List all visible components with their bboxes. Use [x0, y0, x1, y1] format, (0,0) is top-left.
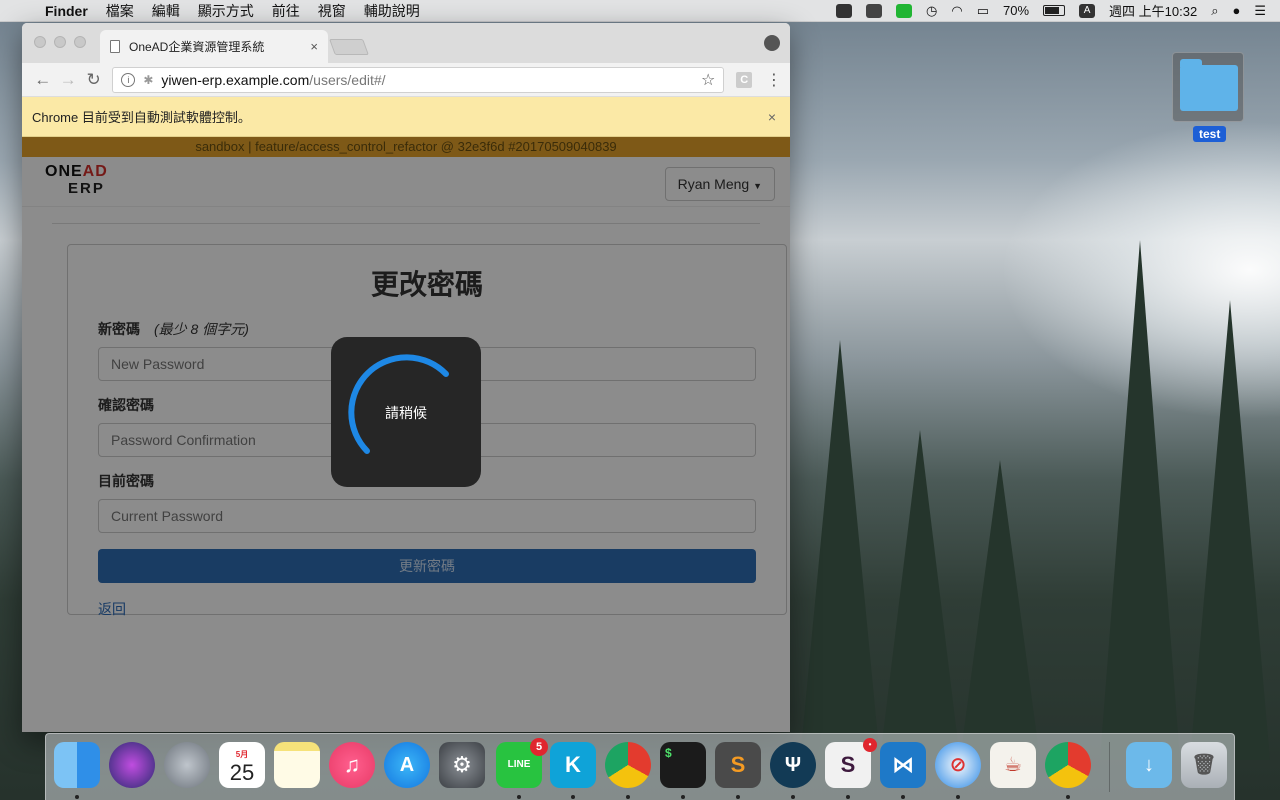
running-indicator — [626, 795, 630, 799]
notes-icon[interactable] — [274, 742, 320, 788]
calendar-day: 25 — [229, 760, 255, 785]
trash-icon[interactable]: 🗑 — [1181, 742, 1227, 788]
tab-close-icon[interactable]: × — [310, 39, 318, 54]
running-indicator — [75, 795, 79, 799]
system-preferences-icon[interactable]: ⚙ — [439, 742, 485, 788]
zoom-window-button[interactable] — [74, 36, 86, 48]
chrome-icon[interactable] — [605, 742, 651, 788]
notification-center-icon[interactable]: ☰ — [1254, 3, 1266, 19]
running-indicator — [571, 795, 575, 799]
tree — [1190, 300, 1270, 760]
menubar-clock[interactable]: 週四 上午10:32 — [1109, 1, 1197, 20]
sourcetree-icon[interactable]: Ψ — [770, 742, 816, 788]
browser-toolbar: ← → ↻ i ✱ yiwen-erp.example.com /users/e… — [22, 63, 790, 97]
tree — [800, 340, 880, 760]
vscode-icon[interactable]: ⋈ — [880, 742, 926, 788]
close-window-button[interactable] — [34, 36, 46, 48]
battery-icon[interactable] — [1043, 5, 1066, 16]
chrome-secondary-icon[interactable] — [1045, 742, 1091, 788]
window-controls — [34, 36, 86, 48]
launchpad-icon[interactable] — [164, 742, 210, 788]
dock: 5月 25 ♫ A ⚙ LINE 5 K $ S Ψ S • ⋈ ⊘ ☕ ↓ 🗑 — [45, 733, 1235, 800]
bookmark-star-icon[interactable]: ☆ — [701, 70, 715, 90]
downloads-folder-icon[interactable]: ↓ — [1126, 742, 1172, 788]
line-status-icon[interactable] — [896, 3, 913, 18]
running-indicator — [846, 795, 850, 799]
menu-view[interactable]: 顯示方式 — [189, 1, 263, 21]
minimize-window-button[interactable] — [54, 36, 66, 48]
menu-window[interactable]: 視窗 — [309, 1, 355, 21]
site-info-icon[interactable]: i — [121, 72, 136, 87]
safari-icon[interactable]: ⊘ — [935, 742, 981, 788]
terminal-icon[interactable]: $ — [660, 742, 706, 788]
finder-icon[interactable] — [54, 742, 100, 788]
browser-menu-icon[interactable]: ⋮ — [766, 70, 782, 90]
tab-title: OneAD企業資源管理系統 — [129, 40, 265, 54]
running-indicator — [901, 795, 905, 799]
menu-file[interactable]: 檔案 — [97, 1, 143, 21]
running-indicator — [681, 795, 685, 799]
url-host: yiwen-erp.example.com — [161, 71, 310, 88]
desktop-folder-icon[interactable] — [1172, 52, 1244, 122]
siri-icon[interactable] — [109, 742, 155, 788]
menu-edit[interactable]: 編輯 — [143, 1, 189, 21]
kkbox-status-icon[interactable] — [866, 3, 883, 18]
automation-icon: ✱ — [143, 72, 154, 87]
battery-percent: 70% — [1003, 3, 1030, 18]
line-app-icon[interactable]: LINE 5 — [496, 738, 548, 788]
menu-go[interactable]: 前往 — [263, 1, 309, 21]
input-source-icon[interactable]: A — [1079, 3, 1096, 18]
menubar: Finder 檔案 編輯 顯示方式 前往 視窗 輔助說明 ◷ ◠ ▭ 70% A… — [0, 0, 1280, 22]
siri-icon[interactable]: ● — [1232, 3, 1240, 18]
tree — [1100, 240, 1180, 760]
tree — [960, 460, 1040, 760]
menu-help[interactable]: 輔助說明 — [355, 1, 429, 21]
dock-separator — [1109, 742, 1110, 792]
running-indicator — [1066, 795, 1070, 799]
time-machine-icon[interactable]: ◷ — [926, 3, 937, 19]
running-indicator — [736, 795, 740, 799]
loading-text: 請稍候 — [385, 405, 427, 421]
address-bar[interactable]: i ✱ yiwen-erp.example.com /users/edit#/ … — [112, 66, 725, 93]
folder-icon — [1180, 59, 1238, 111]
running-indicator — [517, 795, 521, 799]
infobar-close-icon[interactable]: × — [768, 109, 780, 125]
page-icon — [110, 40, 120, 53]
status-area: ◷ ◠ ▭ 70% A 週四 上午10:32 ⌕ ● ☰ — [836, 1, 1280, 20]
calendar-icon[interactable]: 5月 25 — [219, 742, 265, 788]
kkbox-app-icon[interactable]: K — [550, 742, 596, 788]
status-app-icon[interactable] — [836, 3, 853, 18]
automation-infobar: Chrome 目前受到自動測試軟體控制。 × — [22, 97, 790, 137]
url-path: /users/edit#/ — [309, 71, 386, 88]
extension-c-icon[interactable]: C — [736, 71, 753, 88]
profile-icon[interactable] — [764, 35, 780, 51]
running-indicator — [956, 795, 960, 799]
tree — [880, 430, 960, 760]
line-app-label: LINE — [507, 759, 531, 770]
line-unread-badge: 5 — [530, 738, 548, 756]
loading-dialog: 請稍候 — [331, 337, 481, 487]
airplay-icon[interactable]: ▭ — [977, 3, 989, 19]
back-icon[interactable]: ← — [30, 70, 55, 90]
sublime-text-icon[interactable]: S — [715, 742, 761, 788]
menu-app-name[interactable]: Finder — [36, 3, 97, 19]
app-store-icon[interactable]: A — [384, 742, 430, 788]
java-icon[interactable]: ☕ — [990, 742, 1036, 788]
web-page: sandbox | feature/access_control_refacto… — [22, 137, 790, 732]
slack-notification-badge: • — [863, 738, 877, 752]
forward-icon[interactable]: → — [55, 70, 80, 90]
browser-tab[interactable]: OneAD企業資源管理系統 × — [100, 30, 328, 63]
itunes-icon[interactable]: ♫ — [329, 742, 375, 788]
wifi-icon[interactable]: ◠ — [951, 3, 962, 19]
reload-icon[interactable]: ↻ — [81, 70, 106, 90]
infobar-text: Chrome 目前受到自動測試軟體控制。 — [32, 110, 251, 125]
desktop-folder-label[interactable]: test — [1193, 126, 1227, 142]
tab-bar: OneAD企業資源管理系統 × — [22, 23, 790, 63]
running-indicator — [791, 795, 795, 799]
spotlight-icon[interactable]: ⌕ — [1211, 3, 1218, 19]
new-tab-button[interactable] — [329, 39, 369, 55]
browser-window: OneAD企業資源管理系統 × ← → ↻ i ✱ yiwen-erp.exam… — [22, 23, 790, 732]
slack-icon[interactable]: S • — [825, 738, 877, 788]
